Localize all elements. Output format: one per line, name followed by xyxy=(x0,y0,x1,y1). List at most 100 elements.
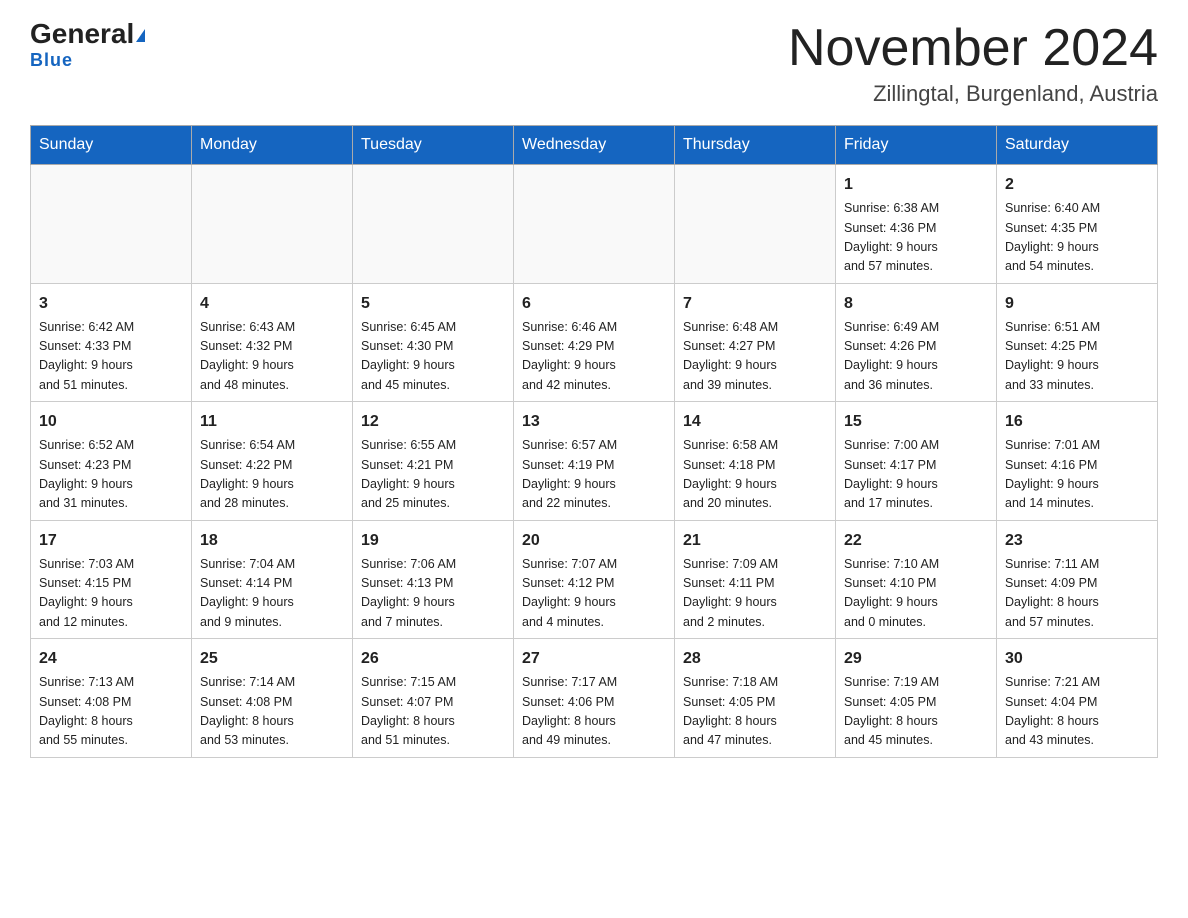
logo: General Blue xyxy=(30,20,145,71)
week-row-4: 17Sunrise: 7:03 AMSunset: 4:15 PMDayligh… xyxy=(31,520,1158,639)
calendar-cell: 19Sunrise: 7:06 AMSunset: 4:13 PMDayligh… xyxy=(353,520,514,639)
day-number: 26 xyxy=(361,647,505,671)
calendar-cell: 24Sunrise: 7:13 AMSunset: 4:08 PMDayligh… xyxy=(31,639,192,758)
day-number: 25 xyxy=(200,647,344,671)
day-info: Sunrise: 7:03 AMSunset: 4:15 PMDaylight:… xyxy=(39,555,183,633)
day-number: 2 xyxy=(1005,173,1149,197)
day-info: Sunrise: 7:01 AMSunset: 4:16 PMDaylight:… xyxy=(1005,436,1149,514)
day-number: 19 xyxy=(361,529,505,553)
calendar-cell: 18Sunrise: 7:04 AMSunset: 4:14 PMDayligh… xyxy=(192,520,353,639)
day-info: Sunrise: 7:00 AMSunset: 4:17 PMDaylight:… xyxy=(844,436,988,514)
day-info: Sunrise: 6:42 AMSunset: 4:33 PMDaylight:… xyxy=(39,318,183,396)
day-info: Sunrise: 6:52 AMSunset: 4:23 PMDaylight:… xyxy=(39,436,183,514)
day-info: Sunrise: 7:04 AMSunset: 4:14 PMDaylight:… xyxy=(200,555,344,633)
weekday-header-tuesday: Tuesday xyxy=(353,126,514,165)
day-info: Sunrise: 7:19 AMSunset: 4:05 PMDaylight:… xyxy=(844,673,988,751)
calendar-cell: 27Sunrise: 7:17 AMSunset: 4:06 PMDayligh… xyxy=(514,639,675,758)
day-info: Sunrise: 7:09 AMSunset: 4:11 PMDaylight:… xyxy=(683,555,827,633)
day-info: Sunrise: 7:11 AMSunset: 4:09 PMDaylight:… xyxy=(1005,555,1149,633)
day-info: Sunrise: 6:46 AMSunset: 4:29 PMDaylight:… xyxy=(522,318,666,396)
calendar-table: SundayMondayTuesdayWednesdayThursdayFrid… xyxy=(30,125,1158,758)
calendar-cell: 21Sunrise: 7:09 AMSunset: 4:11 PMDayligh… xyxy=(675,520,836,639)
day-number: 8 xyxy=(844,292,988,316)
day-number: 15 xyxy=(844,410,988,434)
day-info: Sunrise: 7:07 AMSunset: 4:12 PMDaylight:… xyxy=(522,555,666,633)
day-number: 6 xyxy=(522,292,666,316)
week-row-2: 3Sunrise: 6:42 AMSunset: 4:33 PMDaylight… xyxy=(31,283,1158,402)
calendar-cell: 9Sunrise: 6:51 AMSunset: 4:25 PMDaylight… xyxy=(997,283,1158,402)
location-title: Zillingtal, Burgenland, Austria xyxy=(788,81,1158,107)
calendar-cell: 8Sunrise: 6:49 AMSunset: 4:26 PMDaylight… xyxy=(836,283,997,402)
page-header: General Blue November 2024 Zillingtal, B… xyxy=(30,20,1158,107)
day-number: 30 xyxy=(1005,647,1149,671)
day-number: 12 xyxy=(361,410,505,434)
day-number: 18 xyxy=(200,529,344,553)
day-info: Sunrise: 6:55 AMSunset: 4:21 PMDaylight:… xyxy=(361,436,505,514)
weekday-header-thursday: Thursday xyxy=(675,126,836,165)
day-number: 4 xyxy=(200,292,344,316)
calendar-cell: 3Sunrise: 6:42 AMSunset: 4:33 PMDaylight… xyxy=(31,283,192,402)
day-info: Sunrise: 6:58 AMSunset: 4:18 PMDaylight:… xyxy=(683,436,827,514)
title-block: November 2024 Zillingtal, Burgenland, Au… xyxy=(788,20,1158,107)
day-info: Sunrise: 7:06 AMSunset: 4:13 PMDaylight:… xyxy=(361,555,505,633)
day-number: 14 xyxy=(683,410,827,434)
day-info: Sunrise: 7:17 AMSunset: 4:06 PMDaylight:… xyxy=(522,673,666,751)
day-info: Sunrise: 6:45 AMSunset: 4:30 PMDaylight:… xyxy=(361,318,505,396)
logo-sub: Blue xyxy=(30,50,73,71)
day-number: 20 xyxy=(522,529,666,553)
day-number: 21 xyxy=(683,529,827,553)
day-number: 3 xyxy=(39,292,183,316)
calendar-cell: 13Sunrise: 6:57 AMSunset: 4:19 PMDayligh… xyxy=(514,402,675,521)
month-title: November 2024 xyxy=(788,20,1158,77)
calendar-cell xyxy=(514,165,675,284)
calendar-cell: 2Sunrise: 6:40 AMSunset: 4:35 PMDaylight… xyxy=(997,165,1158,284)
calendar-cell: 26Sunrise: 7:15 AMSunset: 4:07 PMDayligh… xyxy=(353,639,514,758)
week-row-3: 10Sunrise: 6:52 AMSunset: 4:23 PMDayligh… xyxy=(31,402,1158,521)
calendar-cell: 5Sunrise: 6:45 AMSunset: 4:30 PMDaylight… xyxy=(353,283,514,402)
calendar-cell: 10Sunrise: 6:52 AMSunset: 4:23 PMDayligh… xyxy=(31,402,192,521)
calendar-cell: 7Sunrise: 6:48 AMSunset: 4:27 PMDaylight… xyxy=(675,283,836,402)
day-number: 11 xyxy=(200,410,344,434)
calendar-header-row: SundayMondayTuesdayWednesdayThursdayFrid… xyxy=(31,126,1158,165)
calendar-cell: 28Sunrise: 7:18 AMSunset: 4:05 PMDayligh… xyxy=(675,639,836,758)
day-info: Sunrise: 7:13 AMSunset: 4:08 PMDaylight:… xyxy=(39,673,183,751)
calendar-cell xyxy=(31,165,192,284)
weekday-header-wednesday: Wednesday xyxy=(514,126,675,165)
day-number: 22 xyxy=(844,529,988,553)
day-number: 23 xyxy=(1005,529,1149,553)
day-number: 1 xyxy=(844,173,988,197)
day-number: 13 xyxy=(522,410,666,434)
weekday-header-saturday: Saturday xyxy=(997,126,1158,165)
calendar-cell: 12Sunrise: 6:55 AMSunset: 4:21 PMDayligh… xyxy=(353,402,514,521)
day-number: 28 xyxy=(683,647,827,671)
calendar-cell: 16Sunrise: 7:01 AMSunset: 4:16 PMDayligh… xyxy=(997,402,1158,521)
logo-text: General xyxy=(30,20,145,48)
day-number: 10 xyxy=(39,410,183,434)
calendar-cell: 20Sunrise: 7:07 AMSunset: 4:12 PMDayligh… xyxy=(514,520,675,639)
day-info: Sunrise: 7:21 AMSunset: 4:04 PMDaylight:… xyxy=(1005,673,1149,751)
day-number: 27 xyxy=(522,647,666,671)
calendar-cell: 30Sunrise: 7:21 AMSunset: 4:04 PMDayligh… xyxy=(997,639,1158,758)
day-number: 24 xyxy=(39,647,183,671)
day-info: Sunrise: 7:14 AMSunset: 4:08 PMDaylight:… xyxy=(200,673,344,751)
day-number: 16 xyxy=(1005,410,1149,434)
day-info: Sunrise: 6:54 AMSunset: 4:22 PMDaylight:… xyxy=(200,436,344,514)
logo-triangle-icon xyxy=(136,29,145,42)
calendar-cell: 14Sunrise: 6:58 AMSunset: 4:18 PMDayligh… xyxy=(675,402,836,521)
calendar-cell: 6Sunrise: 6:46 AMSunset: 4:29 PMDaylight… xyxy=(514,283,675,402)
day-info: Sunrise: 6:57 AMSunset: 4:19 PMDaylight:… xyxy=(522,436,666,514)
calendar-cell: 15Sunrise: 7:00 AMSunset: 4:17 PMDayligh… xyxy=(836,402,997,521)
day-info: Sunrise: 6:51 AMSunset: 4:25 PMDaylight:… xyxy=(1005,318,1149,396)
calendar-cell xyxy=(353,165,514,284)
calendar-cell: 11Sunrise: 6:54 AMSunset: 4:22 PMDayligh… xyxy=(192,402,353,521)
weekday-header-friday: Friday xyxy=(836,126,997,165)
calendar-cell: 23Sunrise: 7:11 AMSunset: 4:09 PMDayligh… xyxy=(997,520,1158,639)
calendar-cell: 25Sunrise: 7:14 AMSunset: 4:08 PMDayligh… xyxy=(192,639,353,758)
calendar-cell xyxy=(192,165,353,284)
day-info: Sunrise: 7:15 AMSunset: 4:07 PMDaylight:… xyxy=(361,673,505,751)
day-number: 9 xyxy=(1005,292,1149,316)
day-number: 7 xyxy=(683,292,827,316)
logo-blue-label: Blue xyxy=(30,50,73,70)
day-number: 5 xyxy=(361,292,505,316)
week-row-1: 1Sunrise: 6:38 AMSunset: 4:36 PMDaylight… xyxy=(31,165,1158,284)
